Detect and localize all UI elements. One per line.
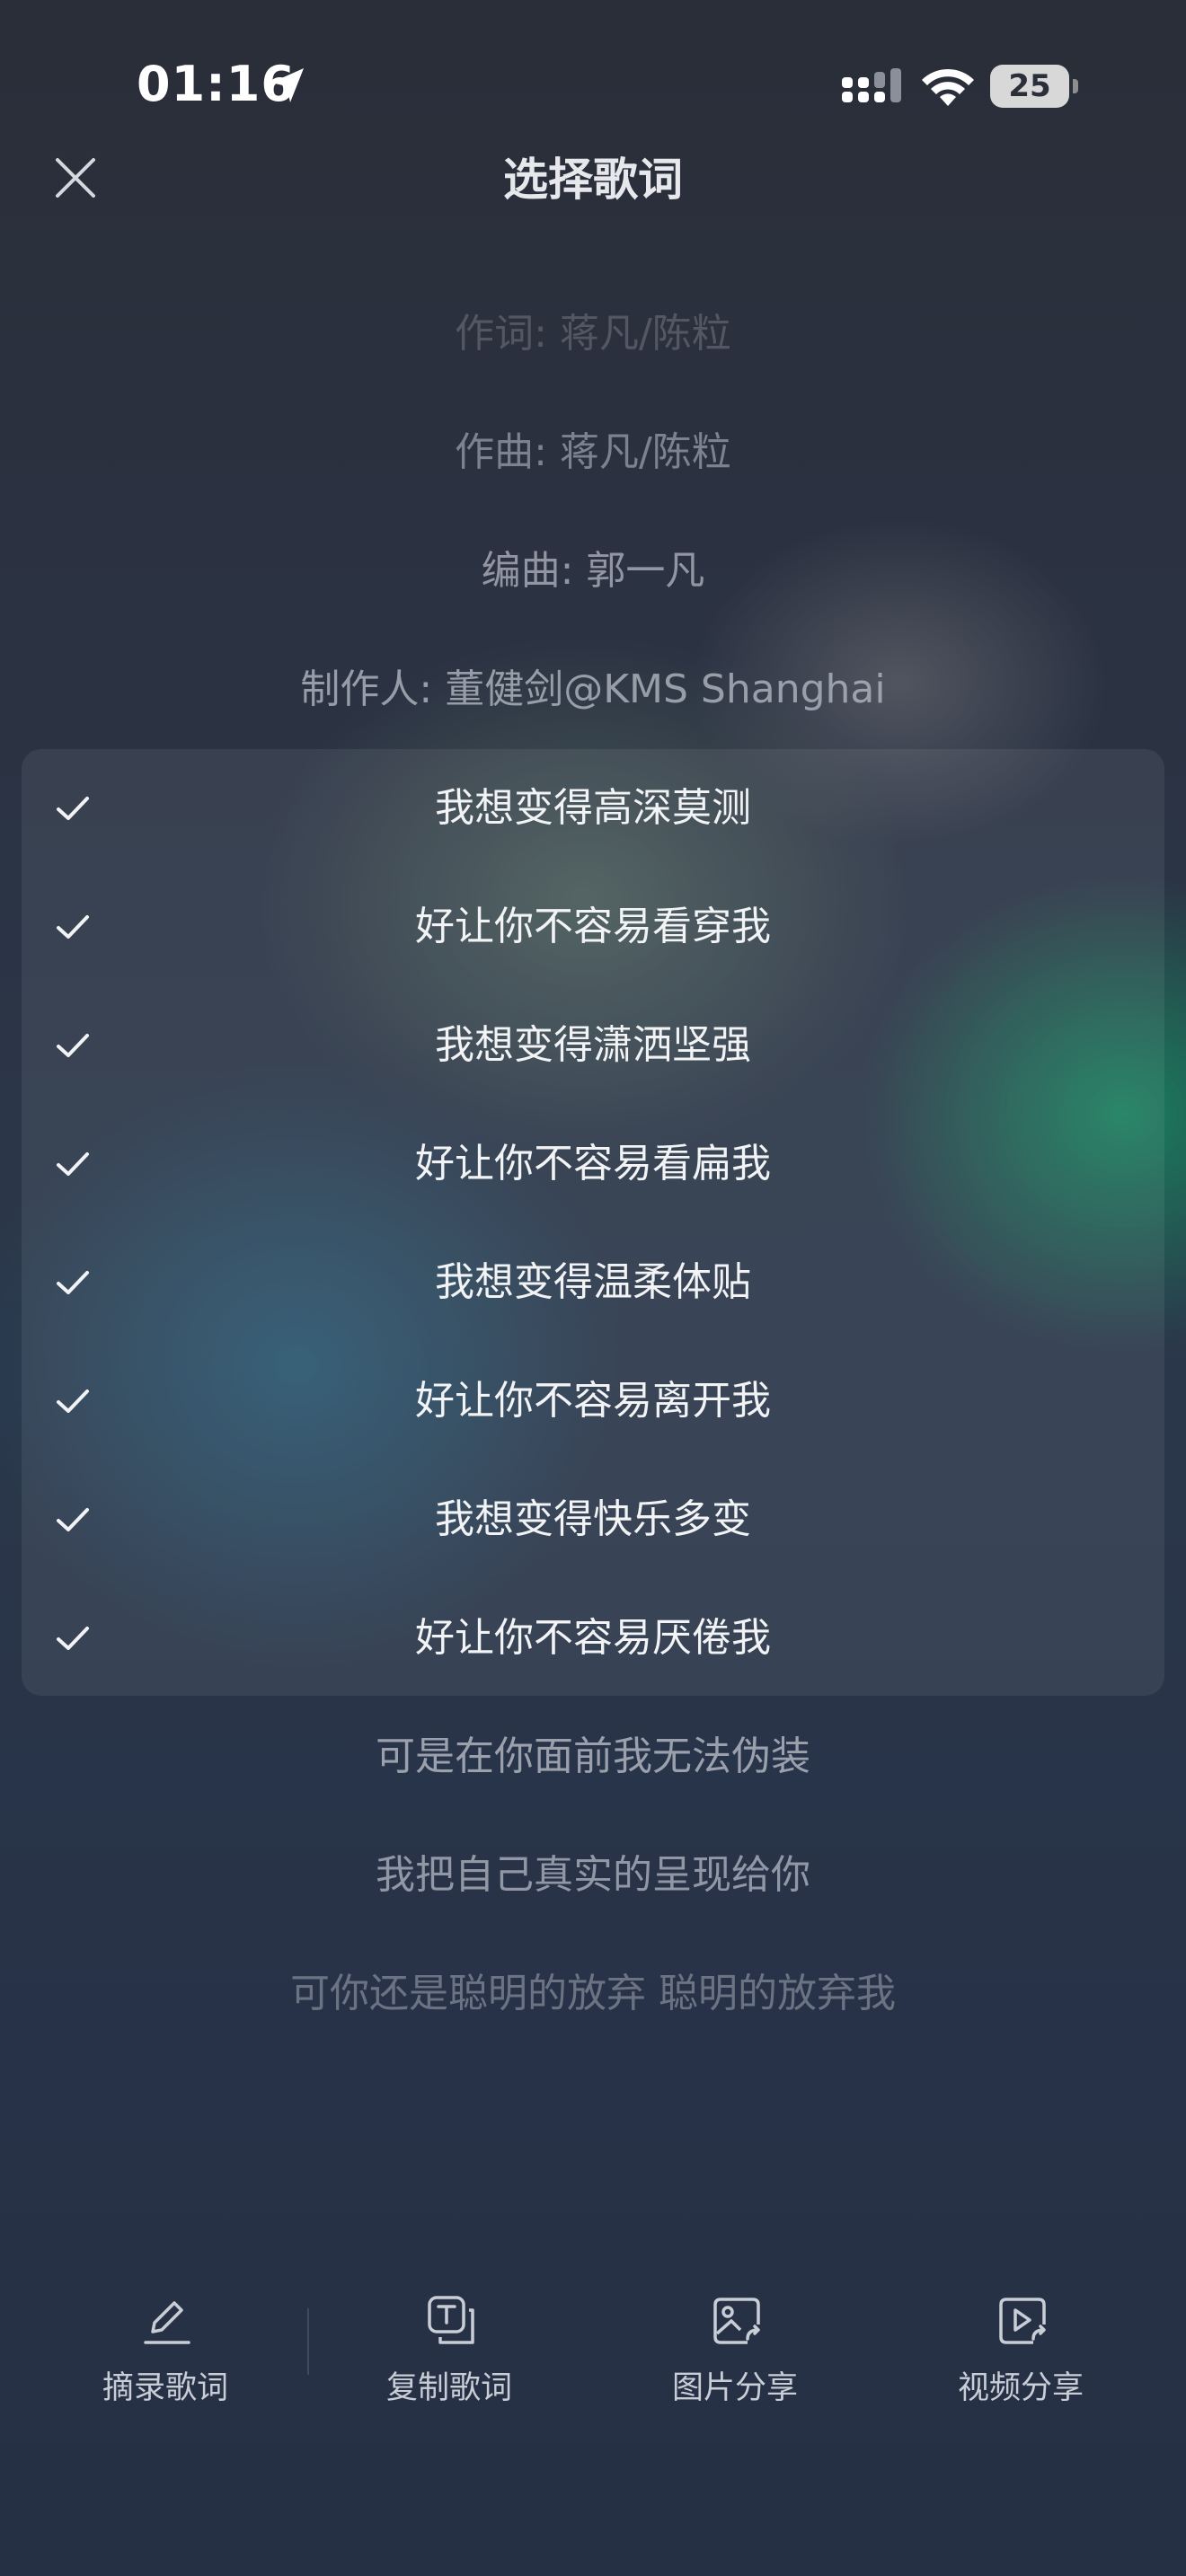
credit-line[interactable]: 编曲: 郭一凡 [0, 544, 1186, 598]
lyric-line-selected[interactable]: 好让你不容易厌倦我 [22, 1579, 1164, 1698]
tool-label: 复制歌词 [385, 2370, 512, 2406]
video-share-button[interactable]: 视频分享 [877, 2272, 1164, 2416]
battery-level: 25 [1008, 68, 1051, 104]
tool-label: 摘录歌词 [102, 2370, 228, 2406]
page-title: 选择歌词 [503, 154, 683, 206]
battery-tip [1073, 79, 1078, 93]
lyric-text: 我想变得高深莫测 [435, 785, 751, 831]
credit-line[interactable]: 作词: 蒋凡/陈粒 [0, 307, 1186, 361]
image-share-button[interactable]: 图片分享 [591, 2272, 879, 2416]
location-arrow-icon [271, 68, 304, 102]
tool-label: 图片分享 [671, 2370, 798, 2406]
lyric-line[interactable]: 我把自己真实的呈现给你 [0, 1848, 1186, 1902]
copy-lyrics-button[interactable]: 复制歌词 [305, 2272, 593, 2416]
lyric-line-selected[interactable]: 我想变得高深莫测 [22, 749, 1164, 868]
lyric-text: 好让你不容易看穿我 [415, 904, 771, 949]
excerpt-lyrics-button[interactable]: 摘录歌词 [22, 2272, 309, 2416]
cellular-signal-icon [842, 68, 901, 102]
lyric-line[interactable]: 可你还是聪明的放弃 聪明的放弃我 [0, 1967, 1186, 2021]
lyric-line-selected[interactable]: 好让你不容易看扁我 [22, 1105, 1164, 1223]
battery-indicator: 25 [990, 65, 1080, 108]
lyric-text: 好让你不容易厌倦我 [415, 1615, 771, 1661]
lyric-text: 我想变得潇洒坚强 [435, 1022, 751, 1068]
lyric-line-selected[interactable]: 我想变得快乐多变 [22, 1460, 1164, 1579]
video-share-icon [999, 2298, 1046, 2344]
lyric-line-selected[interactable]: 好让你不容易离开我 [22, 1342, 1164, 1460]
lyric-line-selected[interactable]: 我想变得潇洒坚强 [22, 986, 1164, 1105]
lyric-text: 好让你不容易看扁我 [415, 1141, 771, 1187]
lyric-line[interactable]: 可是在你面前我无法伪装 [0, 1730, 1186, 1784]
lyric-text: 我想变得温柔体贴 [435, 1259, 751, 1305]
copy-text-icon [428, 2296, 474, 2344]
wifi-icon [922, 68, 974, 106]
lyric-line-selected[interactable]: 好让你不容易看穿我 [22, 868, 1164, 986]
image-share-icon [713, 2298, 760, 2344]
lyric-text: 我想变得快乐多变 [435, 1496, 751, 1542]
bottom-toolbar: 摘录歌词 复制歌词 图片分享 视频分享 [0, 2272, 1186, 2416]
pencil-icon [144, 2301, 190, 2344]
tool-label: 视频分享 [957, 2370, 1084, 2406]
credit-line[interactable]: 制作人: 董健剑@KMS Shanghai [0, 663, 1186, 717]
lyric-line-selected[interactable]: 我想变得温柔体贴 [22, 1223, 1164, 1342]
credit-line[interactable]: 作曲: 蒋凡/陈粒 [0, 426, 1186, 480]
lyric-text: 好让你不容易离开我 [415, 1378, 771, 1424]
